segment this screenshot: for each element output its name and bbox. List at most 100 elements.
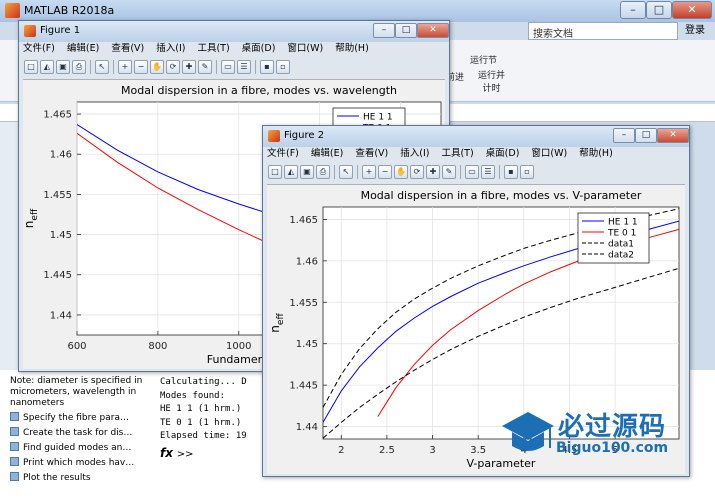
section-icon — [10, 427, 19, 436]
legend-label: data2 — [608, 251, 634, 261]
figure1-minimize-button[interactable]: – — [373, 23, 395, 38]
cmd-line: Elapsed time: 19 — [160, 431, 247, 442]
prompt-symbol: >> — [176, 449, 194, 460]
link-icon[interactable]: ▭ — [221, 60, 235, 74]
side-strip — [0, 122, 18, 372]
figure2-titlebar[interactable]: Figure 2 – □ ✕ — [263, 126, 689, 147]
save-icon[interactable]: ▣ — [56, 60, 70, 74]
legend-label: data1 — [608, 240, 634, 250]
y-tick-label: 1.45 — [296, 339, 318, 350]
figure2-maximize-button[interactable]: □ — [635, 128, 657, 143]
zoom-out-icon[interactable]: − — [134, 60, 148, 74]
menu-help[interactable]: 帮助(H) — [335, 41, 369, 57]
figure2-minimize-button[interactable]: – — [613, 128, 635, 143]
y-tick-label: 1.44 — [296, 422, 318, 433]
outline-item[interactable]: Specify the fibre para… — [10, 412, 156, 424]
chart-title: Modal dispersion in a fibre, modes vs. V… — [361, 189, 642, 202]
login-button[interactable]: 登录 — [678, 22, 712, 40]
outline-item[interactable]: Print which modes hav… — [10, 457, 156, 469]
open-icon[interactable]: ◭ — [284, 165, 298, 179]
menu-file[interactable]: 文件(F) — [23, 41, 55, 57]
data-cursor-icon[interactable]: ✚ — [182, 60, 196, 74]
figure1-maximize-button[interactable]: □ — [395, 23, 417, 38]
rotate-icon[interactable]: ⟳ — [410, 165, 424, 179]
data-cursor-icon[interactable]: ✚ — [426, 165, 440, 179]
cmd-line: Calculating... D — [160, 377, 247, 387]
new-icon[interactable]: □ — [268, 165, 282, 179]
x-tick-label: 2.5 — [379, 445, 395, 456]
menu-window[interactable]: 窗口(W) — [287, 41, 323, 57]
y-tick-label: 1.445 — [289, 381, 318, 392]
maximize-button[interactable]: □ — [646, 1, 672, 19]
menu-tools[interactable]: 工具(T) — [197, 41, 229, 57]
section-icon — [10, 412, 19, 421]
menu-tools[interactable]: 工具(T) — [441, 146, 473, 162]
outline-item[interactable]: Plot the results — [10, 472, 156, 484]
figure2-toolbar: □ ◭ ▣ ⎙ ↖ + − ✋ ⟳ ✚ ✎ ▭ ☰ ▪ ▫ — [267, 162, 535, 182]
new-icon[interactable]: □ — [24, 60, 38, 74]
brush-icon[interactable]: ✎ — [198, 60, 212, 74]
figure-icon — [268, 130, 280, 142]
zoom-in-icon[interactable]: + — [118, 60, 132, 74]
cmd-line: Modes found: — [160, 390, 226, 401]
print-icon[interactable]: ⎙ — [72, 60, 86, 74]
menu-help[interactable]: 帮助(H) — [579, 146, 613, 162]
legend-icon[interactable]: ☰ — [481, 165, 495, 179]
pan-icon[interactable]: ✋ — [150, 60, 164, 74]
menu-insert[interactable]: 插入(I) — [156, 41, 185, 57]
outline-item[interactable]: Find guided modes an… — [10, 442, 156, 454]
zoom-out-icon[interactable]: − — [378, 165, 392, 179]
figure1-close-button[interactable]: ✕ — [417, 23, 449, 38]
figure2-close-button[interactable]: ✕ — [657, 128, 689, 143]
minimize-button[interactable]: – — [620, 1, 646, 19]
menu-desktop[interactable]: 桌面(D) — [486, 146, 520, 162]
y-axis-label: neff — [268, 313, 286, 333]
save-icon[interactable]: ▣ — [300, 165, 314, 179]
menu-edit[interactable]: 编辑(E) — [311, 146, 343, 162]
y-tick-label: 1.455 — [43, 190, 72, 201]
brush-icon[interactable]: ✎ — [442, 165, 456, 179]
fx-icon[interactable]: fx — [160, 446, 173, 460]
pan-icon[interactable]: ✋ — [394, 165, 408, 179]
section-icon — [10, 442, 19, 451]
rotate-icon[interactable]: ⟳ — [166, 60, 180, 74]
print-icon[interactable]: ⎙ — [316, 165, 330, 179]
hide-icon[interactable]: ▪ — [504, 165, 518, 179]
outline-item[interactable]: Create the task for dis… — [10, 427, 156, 439]
x-tick-label: 600 — [67, 341, 86, 352]
x-tick-label: 800 — [148, 341, 167, 352]
menu-edit[interactable]: 编辑(E) — [67, 41, 99, 57]
cmd-line: HE 1 1 (1 hrm.) — [160, 404, 242, 415]
y-axis-label: neff — [23, 208, 40, 228]
close-button[interactable]: ✕ — [672, 1, 712, 19]
section-icon — [10, 457, 19, 466]
menu-view[interactable]: 查看(V) — [111, 41, 144, 57]
link-icon[interactable]: ▭ — [465, 165, 479, 179]
figure1-titlebar[interactable]: Figure 1 – □ ✕ — [19, 21, 449, 42]
pointer-icon[interactable]: ↖ — [95, 60, 109, 74]
graduation-cap-icon — [502, 412, 554, 451]
show-icon[interactable]: ▫ — [276, 60, 290, 74]
watermark-main: 必过源码 — [558, 412, 667, 442]
watermark-logo: 必过源码 Biguo100.com — [500, 404, 700, 464]
command-prompt[interactable]: fx >> — [160, 446, 270, 462]
legend-label: HE 1 1 — [608, 218, 638, 228]
search-docs-input[interactable]: 搜索文档 — [528, 22, 678, 40]
menu-desktop[interactable]: 桌面(D) — [242, 41, 276, 57]
pointer-icon[interactable]: ↖ — [339, 165, 353, 179]
menu-view[interactable]: 查看(V) — [355, 146, 388, 162]
open-icon[interactable]: ◭ — [40, 60, 54, 74]
show-icon[interactable]: ▫ — [520, 165, 534, 179]
figure2-menubar: 文件(F) 编辑(E) 查看(V) 插入(I) 工具(T) 桌面(D) 窗口(W) 帮助(H) — [267, 146, 625, 162]
zoom-in-icon[interactable]: + — [362, 165, 376, 179]
ribbon-run-and-time[interactable]: 运行并 计时 — [478, 68, 505, 94]
command-window[interactable]: Calculating... D Modes found: HE 1 1 (1 … — [160, 376, 270, 494]
menu-insert[interactable]: 插入(I) — [400, 146, 429, 162]
menu-window[interactable]: 窗口(W) — [531, 146, 567, 162]
legend-label: HE 1 1 — [363, 113, 393, 123]
hide-icon[interactable]: ▪ — [260, 60, 274, 74]
y-tick-label: 1.455 — [289, 298, 318, 309]
legend-icon[interactable]: ☰ — [237, 60, 251, 74]
menu-file[interactable]: 文件(F) — [267, 146, 299, 162]
ribbon-run-section[interactable]: 运行节 — [470, 53, 497, 66]
